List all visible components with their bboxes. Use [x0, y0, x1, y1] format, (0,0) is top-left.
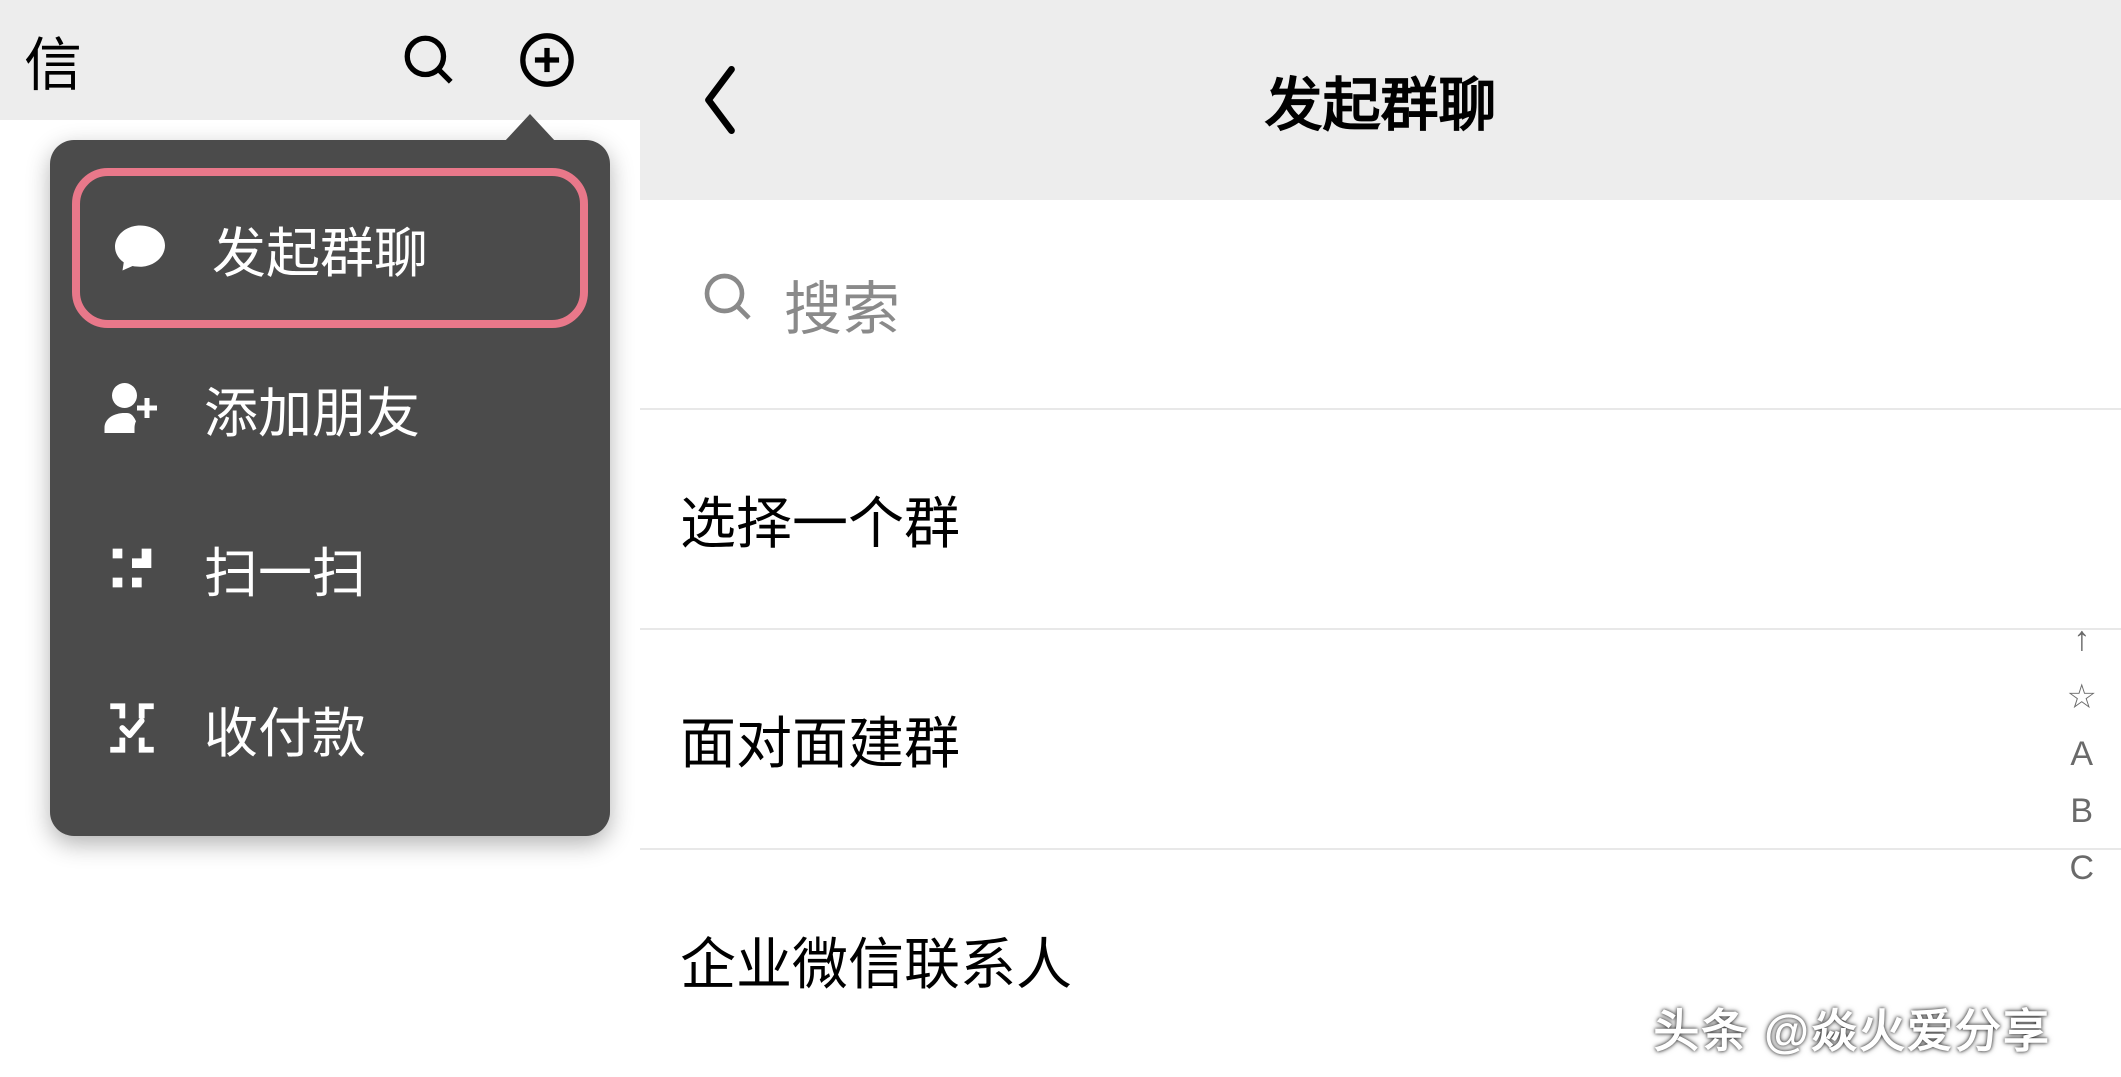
menu-item-add-friend[interactable]: 添加朋友 [72, 328, 588, 488]
index-item[interactable]: C [2069, 849, 2094, 888]
right-phone-panel: 发起群聊 搜索 选择一个群 面对面建群 企业微信联系人 ↑ ☆ A B C 头条… [640, 0, 2121, 1077]
search-icon[interactable] [400, 31, 458, 89]
search-icon [700, 269, 756, 339]
app-title: 信 [24, 18, 400, 102]
back-button[interactable] [680, 60, 760, 140]
plus-icon[interactable] [518, 31, 576, 89]
payment-icon [100, 696, 164, 760]
option-select-group[interactable]: 选择一个群 [640, 410, 2121, 630]
index-item[interactable]: A [2070, 735, 2093, 774]
index-item[interactable]: ☆ [2067, 677, 2097, 717]
alpha-index-bar[interactable]: ↑ ☆ A B C [2067, 620, 2097, 888]
menu-item-label: 添加朋友 [204, 369, 420, 448]
page-title: 发起群聊 [760, 58, 2001, 142]
left-header: 信 [0, 0, 640, 120]
option-label: 选择一个群 [680, 479, 960, 560]
menu-item-start-group-chat[interactable]: 发起群聊 [72, 168, 588, 328]
menu-item-scan[interactable]: 扫一扫 [72, 488, 588, 648]
menu-item-label: 发起群聊 [212, 209, 428, 288]
option-face-to-face[interactable]: 面对面建群 [640, 630, 2121, 850]
menu-item-label: 收付款 [204, 689, 366, 768]
plus-dropdown-menu: 发起群聊 添加朋友 扫一扫 收付款 [50, 140, 610, 836]
index-item[interactable]: B [2070, 792, 2093, 831]
add-friend-icon [100, 376, 164, 440]
index-item[interactable]: ↑ [2073, 620, 2090, 659]
option-label: 企业微信联系人 [680, 920, 1072, 1001]
option-label: 面对面建群 [680, 699, 960, 780]
menu-item-payment[interactable]: 收付款 [72, 648, 588, 808]
chat-bubble-icon [108, 216, 172, 280]
left-phone-panel: 信 发起群聊 添加朋友 [0, 0, 640, 1077]
left-body: 发起群聊 添加朋友 扫一扫 收付款 [0, 120, 640, 1077]
header-icons [400, 31, 576, 89]
watermark-text: 头条 @焱火爱分享 [1653, 995, 2051, 1061]
search-placeholder: 搜索 [784, 262, 900, 346]
scan-icon [100, 536, 164, 600]
menu-item-label: 扫一扫 [204, 529, 366, 608]
right-header: 发起群聊 [640, 0, 2121, 200]
search-row[interactable]: 搜索 [640, 200, 2121, 410]
